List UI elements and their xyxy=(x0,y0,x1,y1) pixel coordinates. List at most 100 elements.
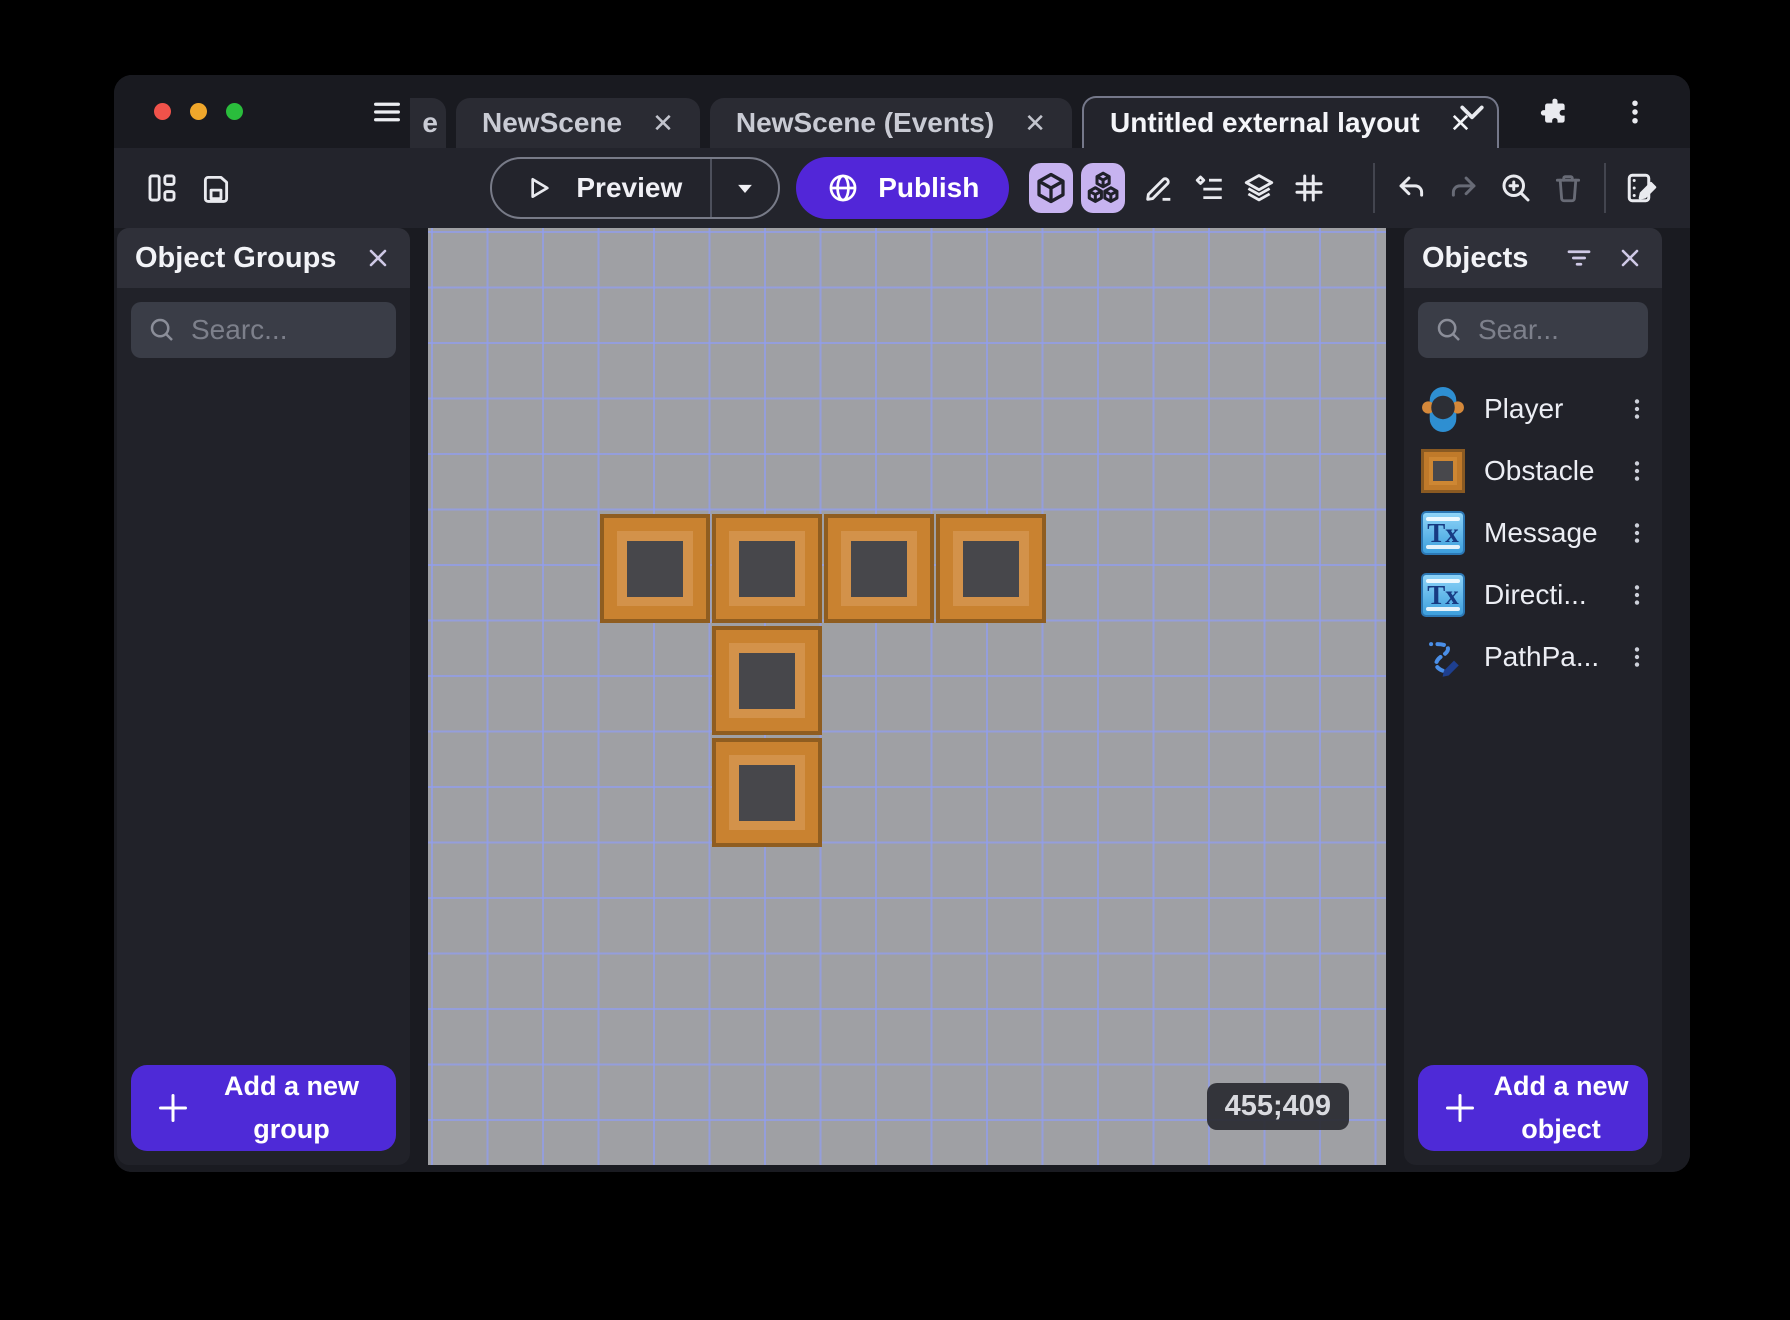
globe-icon xyxy=(829,174,857,202)
cursor-coordinates-badge: 455;409 xyxy=(1206,1083,1349,1130)
obstacle-instance-tile[interactable] xyxy=(600,514,710,623)
trash-icon xyxy=(1555,175,1580,203)
object-menu-button[interactable] xyxy=(1624,520,1650,546)
edit-object-button[interactable] xyxy=(1139,165,1179,211)
extensions-button[interactable] xyxy=(1538,95,1572,129)
object-menu-button[interactable] xyxy=(1624,644,1650,670)
open-panels-button[interactable] xyxy=(142,165,182,211)
object-row-message[interactable]: Tx Message xyxy=(1404,502,1662,564)
objects-search[interactable] xyxy=(1418,302,1648,358)
search-input[interactable] xyxy=(1478,314,1632,346)
redo-button[interactable] xyxy=(1443,165,1483,211)
obstacle-instance-tile[interactable] xyxy=(936,514,1046,623)
close-panel-button[interactable] xyxy=(1616,244,1644,272)
layers-icon xyxy=(1245,174,1274,202)
edit-scene-events-button[interactable] xyxy=(1622,165,1662,211)
object-groups-search[interactable] xyxy=(131,302,396,358)
save-icon xyxy=(204,175,229,203)
filter-objects-button[interactable] xyxy=(1564,243,1594,273)
close-tab-icon[interactable]: ✕ xyxy=(1024,108,1046,139)
grid-icon xyxy=(1295,174,1323,202)
toggle-grid-button[interactable] xyxy=(1289,165,1329,211)
add-group-button[interactable]: Add a new group xyxy=(131,1064,396,1151)
object-groups-header: Object Groups xyxy=(117,228,410,288)
obstacle-instance-tile[interactable] xyxy=(712,738,822,847)
publish-button[interactable]: Publish xyxy=(796,157,1010,219)
tabs-overflow-button[interactable] xyxy=(1454,94,1490,130)
minimize-window-button[interactable] xyxy=(190,103,207,120)
preview-button[interactable]: Preview xyxy=(492,172,710,204)
object-label: Player xyxy=(1484,393,1564,424)
titlebar: e NewScene ✕ NewScene (Events) ✕ Untitle… xyxy=(114,75,1690,148)
tab-newscene[interactable]: NewScene ✕ xyxy=(456,98,700,148)
add-object-button[interactable]: Add a new object xyxy=(1418,1064,1648,1151)
app-menu-button[interactable] xyxy=(1620,97,1650,127)
panel-title: Object Groups xyxy=(135,241,337,274)
obstacle-sprite-icon xyxy=(1421,449,1465,493)
divider xyxy=(1603,163,1606,213)
plus-icon xyxy=(159,1093,187,1122)
preview-label: Preview xyxy=(576,172,683,203)
delete-button[interactable] xyxy=(1548,165,1588,211)
tab-label: NewScene (Events) xyxy=(735,107,995,138)
close-icon xyxy=(1621,249,1639,267)
close-window-button[interactable] xyxy=(154,103,171,120)
filter-icon xyxy=(1567,250,1591,266)
obstacle-instance-tile[interactable] xyxy=(824,514,934,623)
instances-list-icon xyxy=(1195,175,1222,200)
edit-instances-mode-button[interactable] xyxy=(1081,163,1125,213)
layers-button[interactable] xyxy=(1239,165,1279,211)
panel-title: Objects xyxy=(1422,241,1529,274)
publish-label: Publish xyxy=(878,172,980,203)
cube-icon xyxy=(1037,172,1065,204)
kebab-menu-icon xyxy=(1632,100,1638,123)
tab-strip: e NewScene ✕ NewScene (Events) ✕ Untitle… xyxy=(410,75,1500,148)
kebab-menu-icon xyxy=(1634,647,1640,667)
path-paint-icon xyxy=(1429,642,1459,677)
object-menu-button[interactable] xyxy=(1624,458,1650,484)
undo-button[interactable] xyxy=(1391,165,1431,211)
tab-untitled-external-layout[interactable]: Untitled external layout ✕ xyxy=(1082,96,1500,148)
window-controls xyxy=(154,75,243,148)
close-tab-icon[interactable]: ✕ xyxy=(652,108,674,139)
object-row-pathpaint[interactable]: PathPa... xyxy=(1404,626,1662,688)
text-object-icon: Tx xyxy=(1421,573,1465,617)
preview-split-button: Preview xyxy=(490,157,781,219)
redo-icon xyxy=(1451,176,1475,197)
main-menu-button[interactable] xyxy=(370,75,404,148)
titlebar-actions xyxy=(1454,75,1650,148)
tab-clipped[interactable]: e xyxy=(410,98,446,148)
object-row-player[interactable]: Player xyxy=(1404,378,1662,440)
object-menu-button[interactable] xyxy=(1624,396,1650,422)
puzzle-icon xyxy=(1540,98,1565,123)
dropdown-caret-icon xyxy=(738,184,753,193)
search-input[interactable] xyxy=(191,314,380,346)
zoom-button[interactable] xyxy=(1496,165,1536,211)
close-panel-button[interactable] xyxy=(364,244,392,272)
object-menu-button[interactable] xyxy=(1624,582,1650,608)
maximize-window-button[interactable] xyxy=(226,103,243,120)
scene-canvas[interactable]: 455;409 xyxy=(428,228,1386,1165)
preview-options-button[interactable] xyxy=(712,173,778,203)
edit-objects-mode-button[interactable] xyxy=(1029,163,1074,213)
undo-icon xyxy=(1399,176,1424,197)
object-label: PathPa... xyxy=(1484,641,1600,672)
cubes-icon xyxy=(1087,171,1119,203)
obstacle-instance-tile[interactable] xyxy=(712,626,822,735)
object-row-obstacle[interactable]: Obstacle xyxy=(1404,440,1662,502)
instances-list-button[interactable] xyxy=(1189,165,1229,211)
app-window: e NewScene ✕ NewScene (Events) ✕ Untitle… xyxy=(114,75,1690,1172)
tab-newscene-events[interactable]: NewScene (Events) ✕ xyxy=(709,98,1072,148)
save-button[interactable] xyxy=(196,165,236,211)
plus-icon xyxy=(1446,1093,1474,1122)
panels-layout-icon xyxy=(148,174,176,202)
kebab-menu-icon xyxy=(1634,585,1640,605)
toolbar: Preview Publish xyxy=(114,148,1690,228)
player-sprite-icon xyxy=(1422,386,1464,432)
kebab-menu-icon xyxy=(1634,399,1640,419)
search-icon xyxy=(1437,318,1460,341)
add-group-label: Add a new group xyxy=(223,1070,359,1144)
obstacle-instance-tile[interactable] xyxy=(712,514,822,623)
object-row-directions[interactable]: Tx Directi... xyxy=(1404,564,1662,626)
text-object-icon: Tx xyxy=(1421,511,1465,555)
